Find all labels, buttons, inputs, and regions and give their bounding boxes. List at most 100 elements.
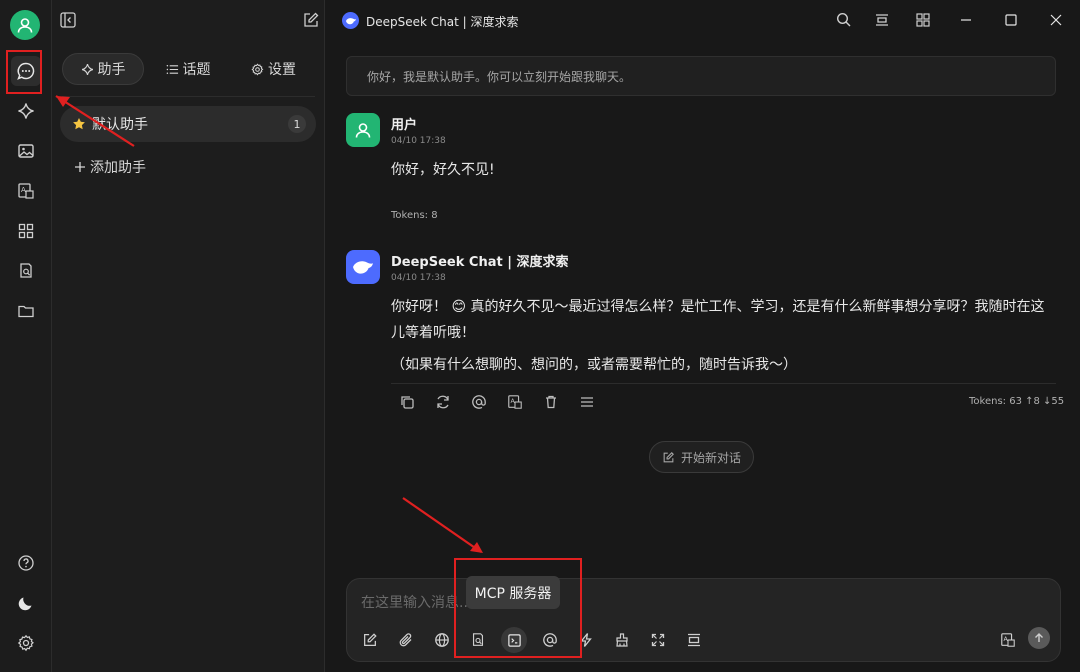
expand-icon: [651, 633, 665, 647]
message-text: 你好呀！ 😊 真的好久不见～最近过得怎么样？是忙工作、学习，还是有什么新鲜事想分…: [391, 294, 1061, 346]
at-sign-icon: [543, 633, 557, 647]
tab-label: 助手: [97, 62, 126, 78]
document-search-icon: [20, 263, 32, 278]
translate-input-tool[interactable]: A: [995, 627, 1021, 653]
close-button[interactable]: [1046, 10, 1066, 30]
minimize-icon: [961, 19, 971, 21]
message-line: 儿等着听哦！: [391, 325, 475, 341]
delete-button[interactable]: [542, 393, 560, 411]
message-author: DeepSeek Chat | 深度求索: [391, 255, 569, 270]
sidebar-collapse-icon: [60, 12, 76, 28]
new-chat-button[interactable]: 开始新对话: [649, 441, 754, 473]
refresh-icon: [437, 395, 449, 409]
trash-icon: [546, 395, 556, 409]
edit-icon: [364, 633, 377, 646]
mention-model-tool[interactable]: [537, 627, 563, 653]
user-message-avatar: [346, 113, 380, 147]
new-context-tool[interactable]: [681, 627, 707, 653]
mcp-server-tool[interactable]: [501, 627, 527, 653]
image-icon: [18, 144, 34, 158]
icon-rail: A: [0, 0, 52, 672]
folder-icon: [18, 305, 34, 318]
image-nav-button[interactable]: [11, 136, 41, 166]
message-text: 你好，好久不见!: [391, 162, 495, 178]
files-nav-button[interactable]: [11, 296, 41, 326]
more-menu-button[interactable]: [578, 393, 596, 411]
translate-icon: A: [1001, 633, 1015, 647]
message-time: 04/10 17:38: [391, 136, 446, 146]
search-button[interactable]: [834, 10, 854, 30]
assistant-sidebar: 助手 话题 设置 默认助手 1 添加助手: [52, 0, 325, 672]
menu-icon: [581, 397, 593, 407]
theme-toggle-button[interactable]: [11, 588, 41, 618]
maximize-icon: [1005, 14, 1017, 26]
settings-button[interactable]: [11, 628, 41, 658]
translate-nav-button[interactable]: A: [11, 176, 41, 206]
chat-main: DeepSeek Chat | 深度求索 你好，我是默认助手。你可以立刻开始跟我…: [325, 0, 1080, 672]
mention-model-button[interactable]: [470, 393, 488, 411]
new-topic-button[interactable]: [301, 10, 321, 30]
chat-nav-button[interactable]: [11, 56, 41, 86]
translate-icon: A: [18, 183, 34, 199]
assistant-item-default[interactable]: 默认助手 1: [60, 106, 316, 142]
message-paragraph: （如果有什么想聊的、想问的，或者需要帮忙的，随时告诉我～）: [391, 357, 797, 373]
title-bar: DeepSeek Chat | 深度求索: [325, 0, 1080, 40]
translate-button[interactable]: A: [506, 393, 524, 411]
list-icon: [166, 64, 178, 74]
edit-icon: [663, 451, 674, 462]
plus-icon: [75, 162, 85, 172]
tab-assistants[interactable]: 助手: [62, 53, 144, 85]
clear-context-tool[interactable]: [609, 627, 635, 653]
app-window: A 助手 话题 设置 默认助手 1 添加助手 DeepSeek Chat | 深…: [0, 0, 1080, 672]
layout-icon: [876, 14, 888, 26]
user-icon: [17, 18, 33, 33]
apps-nav-button[interactable]: [11, 216, 41, 246]
web-search-tool[interactable]: [429, 627, 455, 653]
layout-button[interactable]: [872, 10, 892, 30]
assistant-name: 默认助手: [92, 117, 148, 133]
grid-view-button[interactable]: [913, 10, 933, 30]
new-topic-tool[interactable]: [357, 627, 383, 653]
search-icon: [836, 12, 851, 27]
message-input[interactable]: [361, 591, 961, 615]
knowledge-nav-button[interactable]: [11, 256, 41, 286]
sparkle-icon: [81, 63, 93, 75]
topic-count-badge: 1: [288, 115, 306, 133]
gear-icon: [17, 634, 34, 652]
message-composer: A: [346, 578, 1061, 662]
quick-phrases-tool[interactable]: [573, 627, 599, 653]
user-avatar[interactable]: [10, 10, 40, 40]
grid-icon: [916, 13, 930, 27]
at-sign-icon: [472, 395, 486, 409]
agents-nav-button[interactable]: [11, 96, 41, 126]
paperclip-icon: [399, 633, 412, 647]
expand-tool[interactable]: [645, 627, 671, 653]
tab-label: 设置: [268, 62, 296, 78]
add-assistant-button[interactable]: 添加助手: [74, 156, 146, 178]
gear-icon: [251, 63, 264, 76]
token-count: Tokens: 8: [391, 210, 438, 221]
tab-topics[interactable]: 话题: [144, 53, 232, 85]
minimize-button[interactable]: [956, 10, 976, 30]
add-assistant-label: 添加助手: [90, 160, 146, 176]
regenerate-button[interactable]: [434, 393, 452, 411]
tab-label: 话题: [182, 62, 211, 78]
arrow-up-icon: [1035, 633, 1043, 642]
divider: [391, 383, 1056, 384]
attach-tool[interactable]: [393, 627, 419, 653]
tab-settings[interactable]: 设置: [232, 53, 315, 85]
moon-icon: [18, 597, 32, 611]
copy-button[interactable]: [398, 393, 416, 411]
system-prompt-note: 你好，我是默认助手。你可以立刻开始跟我聊天。: [346, 56, 1056, 96]
assistant-message-avatar: [346, 250, 380, 284]
help-button[interactable]: [11, 548, 41, 578]
send-button[interactable]: [1028, 627, 1050, 649]
lightning-icon: [580, 633, 592, 647]
knowledge-base-tool[interactable]: [465, 627, 491, 653]
globe-icon: [435, 633, 449, 647]
grid-icon: [18, 223, 34, 239]
collapse-sidebar-button[interactable]: [58, 10, 78, 30]
maximize-button[interactable]: [1001, 10, 1021, 30]
split-context-icon: [688, 633, 700, 647]
message-time: 04/10 17:38: [391, 273, 446, 283]
